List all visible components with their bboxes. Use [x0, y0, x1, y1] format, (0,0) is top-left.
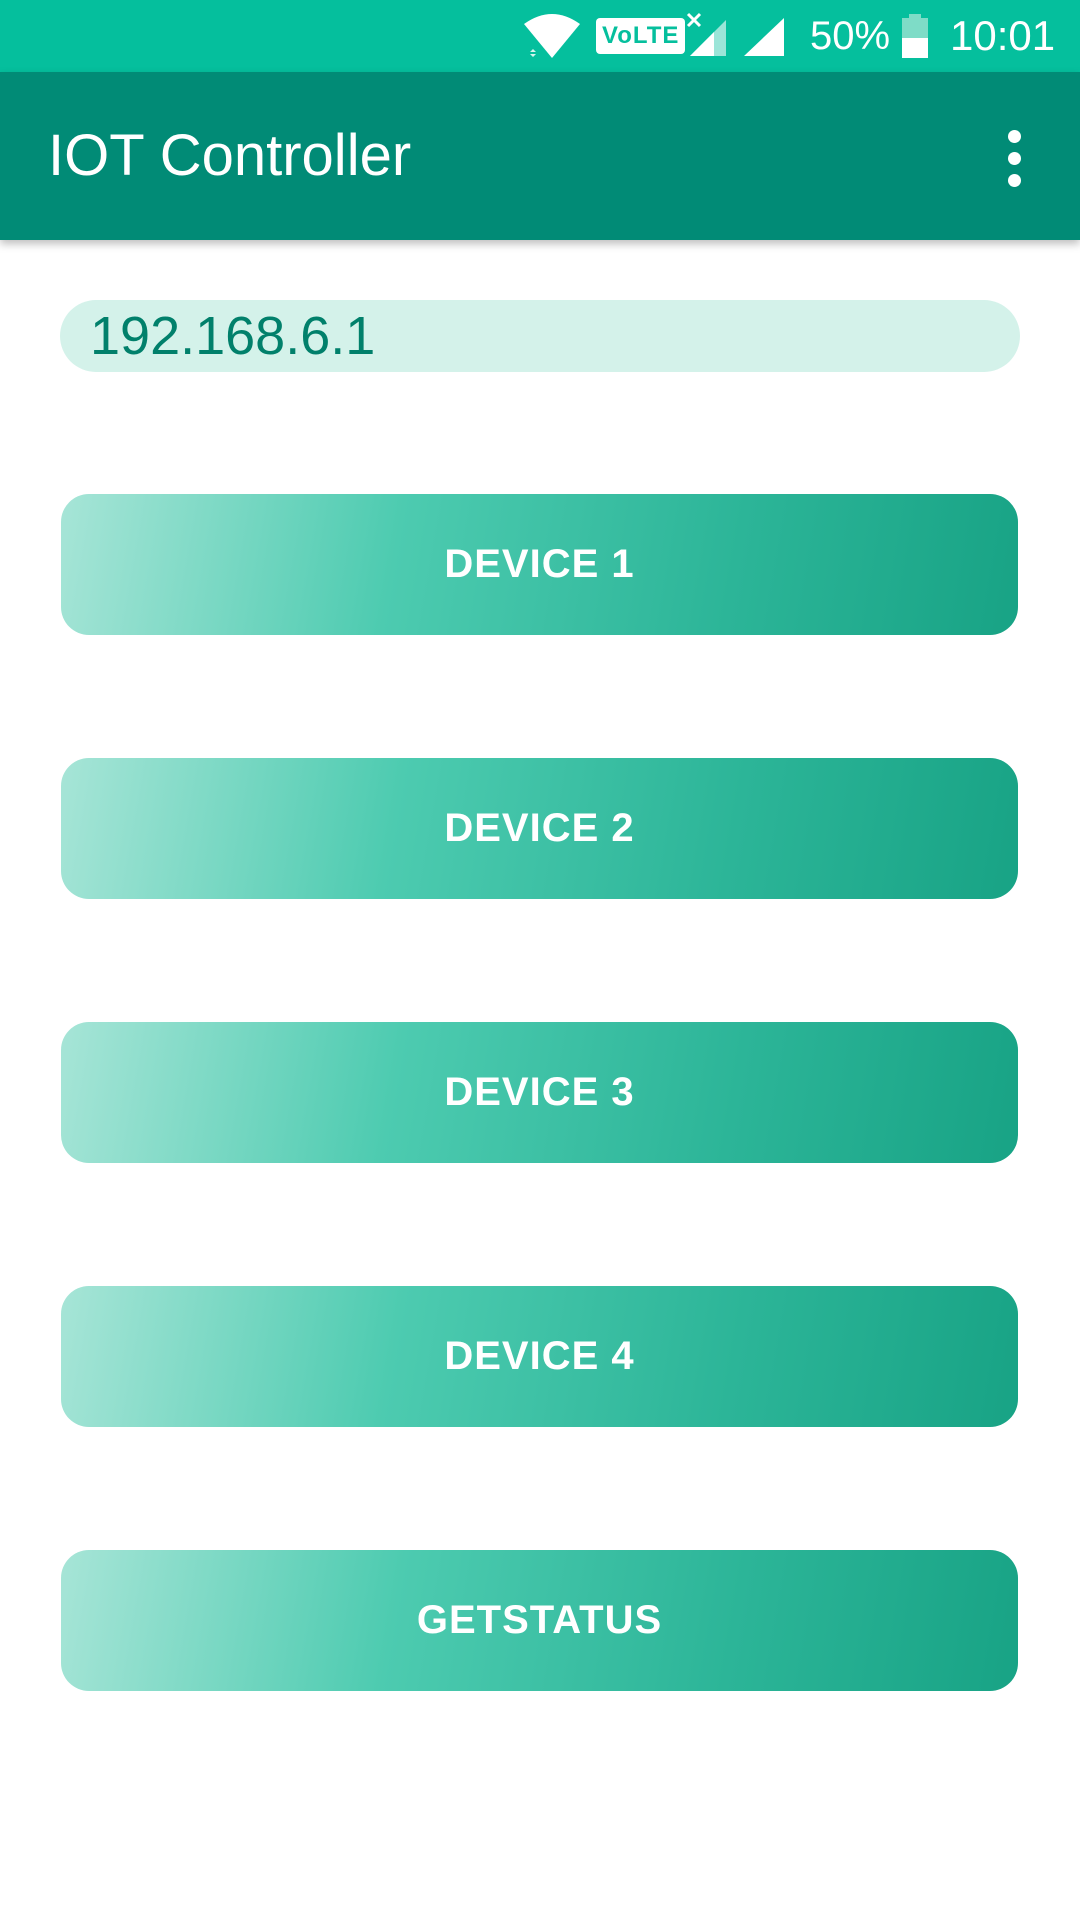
get-status-button[interactable]: GETSTATUS [61, 1550, 1018, 1691]
signal-icon [742, 0, 786, 72]
battery-icon [900, 0, 930, 72]
clock: 10:01 [950, 12, 1056, 59]
volte-label: VoLTE [596, 18, 686, 54]
device-1-button[interactable]: DEVICE 1 [61, 494, 1018, 635]
signal-no-sim-icon [686, 0, 730, 72]
menu-dot [1007, 129, 1021, 143]
screen: VoLTE 50% 10:01 IOT Controller 192.168.6… [0, 0, 1080, 1920]
more-vert-icon[interactable] [978, 122, 1050, 194]
app-bar: IOT Controller [0, 72, 1080, 240]
ip-address-input[interactable] [60, 300, 1020, 372]
device-4-button[interactable]: DEVICE 4 [61, 1286, 1018, 1427]
menu-dot [1007, 173, 1021, 187]
menu-dot [1007, 151, 1021, 165]
wifi-icon [522, 0, 582, 72]
device-3-button[interactable]: DEVICE 3 [61, 1022, 1018, 1163]
device-2-button[interactable]: DEVICE 2 [61, 758, 1018, 899]
volte-icon: VoLTE [596, 0, 686, 72]
app-title: IOT Controller [48, 123, 412, 188]
battery-percent: 50% [810, 13, 891, 58]
status-bar: VoLTE 50% 10:01 [0, 0, 1080, 72]
